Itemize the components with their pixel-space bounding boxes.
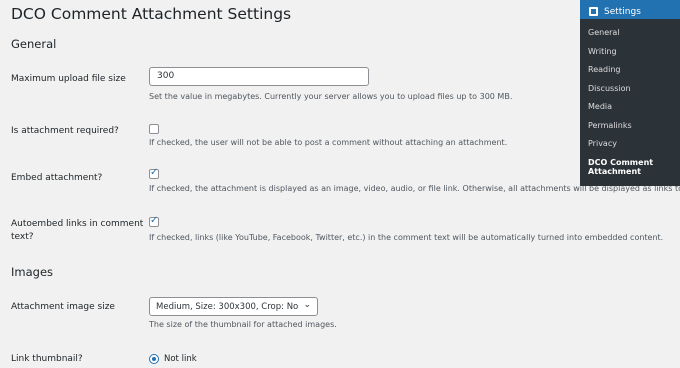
- submenu-item-dco-comment-attachment[interactable]: DCO Comment Attachment: [580, 154, 680, 182]
- image-size-description: The size of the thumbnail for attached i…: [149, 320, 337, 329]
- checkmark-icon: ✓: [150, 215, 159, 226]
- embed-checkbox[interactable]: ✓: [149, 167, 159, 179]
- link-thumb-label: Link thumbnail?: [11, 354, 83, 364]
- radio-dot: [152, 357, 156, 361]
- max-upload-description: Set the value in megabytes. Currently yo…: [149, 92, 513, 101]
- settings-menu-header[interactable]: Settings: [580, 0, 680, 19]
- submenu-item-media[interactable]: Media: [580, 98, 680, 117]
- autoembed-description: If checked, links (like YouTube, Faceboo…: [149, 233, 664, 242]
- submenu-item-privacy[interactable]: Privacy: [580, 135, 680, 154]
- required-description: If checked, the user will not be able to…: [149, 138, 508, 147]
- submenu-item-general[interactable]: General: [580, 24, 680, 43]
- submenu-current-line1: DCO Comment: [588, 157, 654, 167]
- section-images-title: Images: [11, 265, 54, 279]
- section-general-title: General: [11, 37, 57, 51]
- embed-label: Embed attachment?: [11, 173, 103, 183]
- autoembed-checkbox[interactable]: ✓: [149, 215, 159, 227]
- autoembed-label-line2: text?: [11, 232, 34, 242]
- max-upload-label: Maximum upload file size: [11, 74, 126, 84]
- settings-icon: [589, 7, 598, 16]
- submenu-item-writing[interactable]: Writing: [580, 43, 680, 62]
- image-size-selected: Medium, Size: 300x300, Crop: No: [156, 302, 299, 312]
- submenu-current-line2: Attachment: [588, 167, 641, 176]
- checkmark-icon: ✓: [150, 167, 159, 178]
- page-title: DCO Comment Attachment Settings: [11, 5, 292, 23]
- chevron-down-icon: ⌄: [303, 300, 311, 310]
- submenu-list: General Writing Reading Discussion Media…: [580, 19, 680, 182]
- image-size-select[interactable]: Medium, Size: 300x300, Crop: No ⌄: [149, 297, 318, 316]
- submenu-item-discussion[interactable]: Discussion: [580, 80, 680, 99]
- submenu-item-permalinks[interactable]: Permalinks: [580, 117, 680, 136]
- max-upload-input[interactable]: 300: [149, 67, 369, 86]
- not-link-radio[interactable]: [149, 354, 159, 364]
- required-label: Is attachment required?: [11, 126, 119, 136]
- submenu-item-reading[interactable]: Reading: [580, 61, 680, 80]
- autoembed-label-line1: Autoembed links in comment: [11, 219, 144, 229]
- required-checkbox[interactable]: [149, 124, 159, 134]
- not-link-label: Not link: [164, 354, 197, 364]
- settings-submenu: Settings General Writing Reading Discuss…: [580, 0, 680, 186]
- settings-menu-title: Settings: [604, 6, 641, 17]
- image-size-label: Attachment image size: [11, 302, 115, 312]
